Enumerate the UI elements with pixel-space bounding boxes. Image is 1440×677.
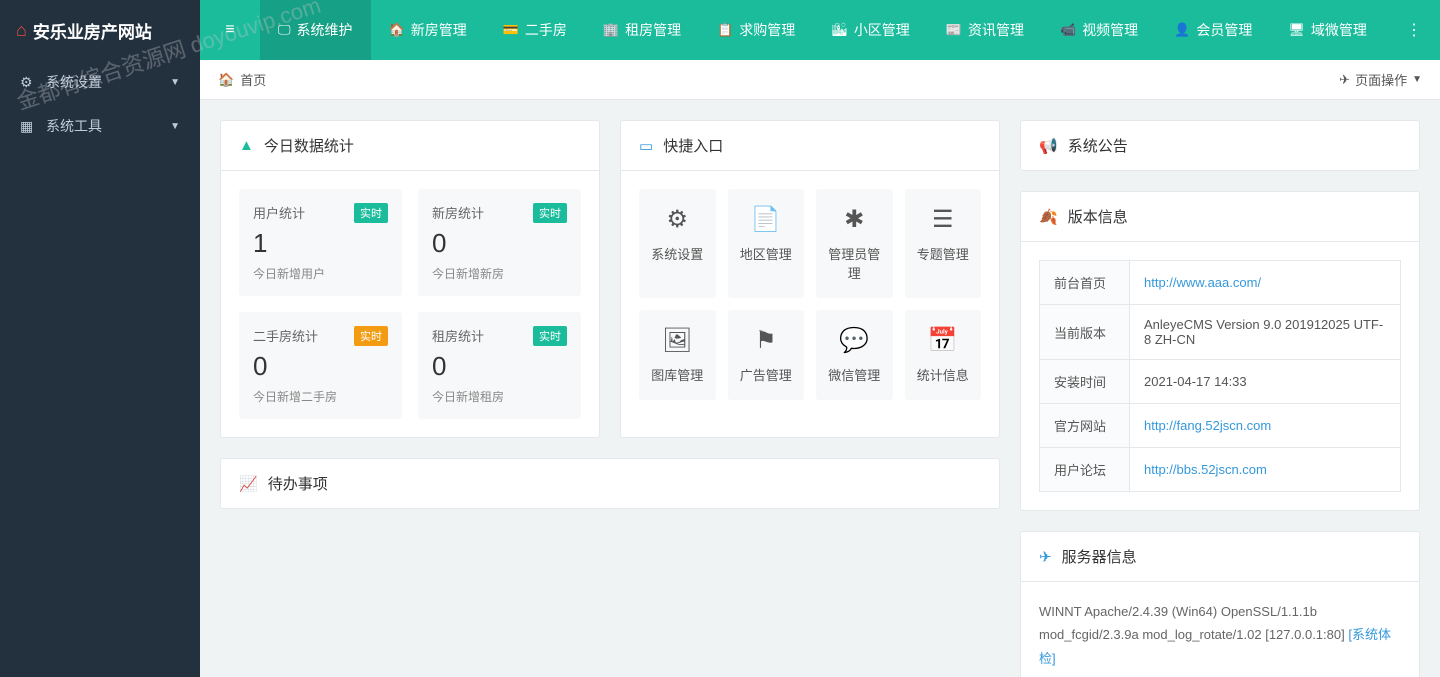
nav-item-1[interactable]: 🏠新房管理 [371, 0, 485, 60]
nav-item-2[interactable]: 💳二手房 [485, 0, 585, 60]
table-row: 用户论坛http://bbs.52jscn.com [1040, 448, 1401, 492]
breadcrumb-home[interactable]: 首页 [240, 70, 266, 89]
nav-item-7[interactable]: 📹视频管理 [1042, 0, 1156, 60]
nav-icon: 🏙 [831, 22, 848, 38]
quick-card-7[interactable]: 📅统计信息 [905, 310, 982, 400]
chevron-down-icon: ▼ [1412, 74, 1422, 85]
server-info-text: WINNT Apache/2.4.39 (Win64) OpenSSL/1.1.… [1039, 604, 1348, 642]
version-link-0[interactable]: http://www.aaa.com/ [1144, 275, 1261, 290]
sidebar-icon: ▦ [20, 118, 36, 135]
quick-icon: ✱ [824, 205, 885, 234]
nav-icon: 🖵 [278, 22, 291, 38]
sidebar-item-1[interactable]: ▦系统工具▼ [0, 104, 200, 148]
chart-icon: 📈 [239, 475, 258, 493]
table-row: 官方网站http://fang.52jscn.com [1040, 404, 1401, 448]
logo-text: 安乐业房产网站 [33, 18, 152, 43]
quick-icon: ⚑ [736, 326, 797, 355]
stat-card-2: 实时二手房统计0今日新增二手房 [239, 312, 402, 419]
stats-panel: ▲ 今日数据统计 实时用户统计1今日新增用户实时新房统计0今日新增新房实时二手房… [220, 120, 600, 438]
nav-more-icon[interactable]: ⋮ [1388, 20, 1440, 40]
nav-icon: 👤 [1174, 22, 1190, 38]
nav-icon: 📋 [717, 22, 733, 38]
nav-item-5[interactable]: 🏙小区管理 [813, 0, 928, 60]
nav-item-6[interactable]: 📰资讯管理 [928, 0, 1042, 60]
quick-panel: ▭ 快捷入口 ⚙系统设置📄地区管理✱管理员管理☰专题管理 🖼图库管理⚑广告管理💬微… [620, 120, 1000, 438]
chevron-down-icon: ▼ [170, 77, 180, 88]
nav-icon: 📰 [946, 22, 962, 38]
hamburger-icon[interactable]: ≡ [200, 21, 260, 39]
sidebar-icon: ⚙ [20, 74, 36, 91]
quick-card-2[interactable]: ✱管理员管理 [816, 189, 893, 298]
nav-item-4[interactable]: 📋求购管理 [699, 0, 813, 60]
warning-icon: ▲ [239, 137, 254, 154]
quick-card-3[interactable]: ☰专题管理 [905, 189, 982, 298]
stat-card-3: 实时租房统计0今日新增租房 [418, 312, 581, 419]
sidebar: ⌂ 安乐业房产网站 ⚙系统设置▼▦系统工具▼ [0, 0, 200, 677]
leaf-icon: 🍂 [1039, 208, 1058, 226]
quick-card-1[interactable]: 📄地区管理 [728, 189, 805, 298]
stats-title: 今日数据统计 [264, 135, 354, 156]
quick-icon: ⚙ [647, 205, 708, 234]
version-link-4[interactable]: http://bbs.52jscn.com [1144, 462, 1267, 477]
version-title: 版本信息 [1068, 206, 1128, 227]
nav-item-0[interactable]: 🖵系统维护 [260, 0, 371, 60]
quick-icon: 💬 [824, 326, 885, 355]
nav-icon: 💳 [503, 22, 519, 38]
version-link-3[interactable]: http://fang.52jscn.com [1144, 418, 1271, 433]
stat-card-1: 实时新房统计0今日新增新房 [418, 189, 581, 296]
quick-icon: 🖼 [647, 326, 708, 355]
breadcrumb: 🏠 首页 ✈ 页面操作 ▼ [200, 60, 1440, 100]
send-icon: ✈ [1339, 72, 1350, 88]
notice-title: 系统公告 [1068, 135, 1128, 156]
quick-card-6[interactable]: 💬微信管理 [816, 310, 893, 400]
nav-icon: 📹 [1060, 22, 1076, 38]
realtime-badge: 实时 [533, 326, 567, 346]
top-nav: ≡ 🖵系统维护🏠新房管理💳二手房🏢租房管理📋求购管理🏙小区管理📰资讯管理📹视频管… [200, 0, 1440, 60]
nav-icon: 🏢 [603, 22, 619, 38]
realtime-badge: 实时 [354, 326, 388, 346]
notice-panel: 📢 系统公告 [1020, 120, 1420, 171]
realtime-badge: 实时 [354, 203, 388, 223]
server-panel: ✈ 服务器信息 WINNT Apache/2.4.39 (Win64) Open… [1020, 531, 1420, 677]
table-row: 当前版本AnleyeCMS Version 9.0 201912025 UTF-… [1040, 305, 1401, 360]
todo-panel: 📈 待办事项 [220, 458, 1000, 509]
sidebar-item-0[interactable]: ⚙系统设置▼ [0, 60, 200, 104]
logo: ⌂ 安乐业房产网站 [0, 0, 200, 60]
logo-icon: ⌂ [16, 20, 27, 41]
nav-item-9[interactable]: 🖥域微管理 [1270, 0, 1385, 60]
home-icon: 🏠 [218, 72, 234, 88]
quick-icon: ☰ [913, 205, 974, 234]
table-row: 前台首页http://www.aaa.com/ [1040, 261, 1401, 305]
page-ops-button[interactable]: ✈ 页面操作 ▼ [1339, 70, 1422, 89]
send-icon: ✈ [1039, 548, 1052, 566]
realtime-badge: 实时 [533, 203, 567, 223]
version-panel: 🍂 版本信息 前台首页http://www.aaa.com/当前版本Anleye… [1020, 191, 1420, 511]
quick-icon: 📅 [913, 326, 974, 355]
quick-card-5[interactable]: ⚑广告管理 [728, 310, 805, 400]
nav-icon: 🖥 [1288, 22, 1305, 38]
quick-card-0[interactable]: ⚙系统设置 [639, 189, 716, 298]
quick-card-4[interactable]: 🖼图库管理 [639, 310, 716, 400]
nav-item-8[interactable]: 👤会员管理 [1156, 0, 1270, 60]
stat-card-0: 实时用户统计1今日新增用户 [239, 189, 402, 296]
todo-title: 待办事项 [268, 473, 328, 494]
quick-icon: 📄 [736, 205, 797, 234]
quick-title: 快捷入口 [663, 135, 723, 156]
chevron-down-icon: ▼ [170, 121, 180, 132]
server-title: 服务器信息 [1062, 546, 1137, 567]
nav-icon: 🏠 [389, 22, 405, 38]
table-row: 安装时间2021-04-17 14:33 [1040, 360, 1401, 404]
nav-item-3[interactable]: 🏢租房管理 [585, 0, 699, 60]
horn-icon: 📢 [1039, 137, 1058, 155]
card-icon: ▭ [639, 137, 653, 155]
